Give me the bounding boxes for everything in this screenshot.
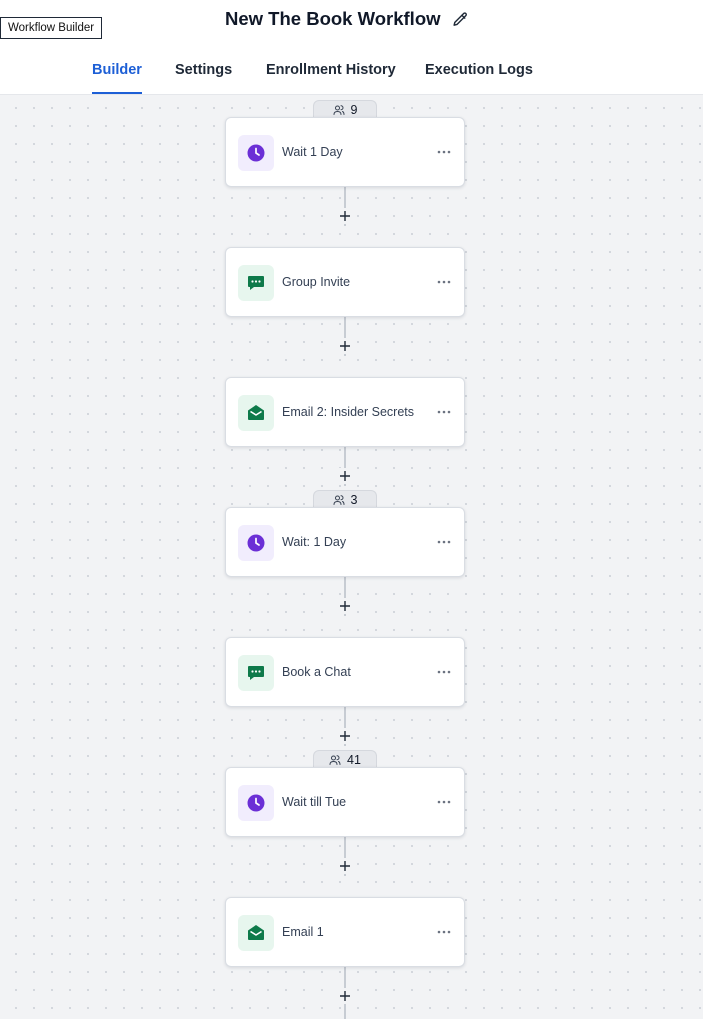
plus-icon [340, 471, 350, 481]
workflow-builder-label: Workflow Builder [0, 17, 103, 39]
chat-icon [248, 666, 264, 680]
workflow-canvas[interactable]: 9 3 41 Wait 1 Day Group Invite Email 2: … [0, 95, 703, 1019]
plus-icon [340, 991, 350, 1001]
step-label: Wait: 1 Day [282, 535, 347, 549]
more-options-icon[interactable] [436, 794, 452, 810]
email-step-icon [238, 915, 274, 951]
plus-icon [340, 211, 350, 221]
tab-enrollment-history[interactable]: Enrollment History [266, 46, 396, 92]
more-options-icon[interactable] [436, 534, 452, 550]
email-icon [248, 405, 264, 420]
wait-step-icon [238, 135, 274, 171]
tab-builder[interactable]: Builder [92, 46, 142, 94]
contact-count-badge[interactable]: 41 [313, 750, 377, 768]
message-step-icon [238, 655, 274, 691]
add-step-button[interactable] [337, 338, 353, 354]
email-icon [248, 925, 264, 940]
step-card-message[interactable]: Group Invite [225, 247, 465, 317]
users-icon [333, 104, 345, 115]
plus-icon [340, 341, 350, 351]
add-step-button[interactable] [337, 728, 353, 744]
page-title: New The Book Workflow [225, 8, 441, 29]
add-step-button[interactable] [337, 858, 353, 874]
add-step-button[interactable] [337, 988, 353, 1004]
contact-count: 3 [350, 492, 358, 507]
step-card-email[interactable]: Email 2: Insider Secrets [225, 377, 465, 447]
step-card-email[interactable]: Email 1 [225, 897, 465, 967]
step-card-message[interactable]: Book a Chat [225, 637, 465, 707]
more-options-icon[interactable] [436, 404, 452, 420]
plus-icon [340, 731, 350, 741]
step-label: Wait 1 Day [282, 145, 343, 159]
step-label: Group Invite [282, 275, 351, 289]
tab-bar: Builder Settings Enrollment History Exec… [0, 46, 703, 95]
contact-count: 9 [350, 102, 358, 117]
step-label: Wait till Tue [282, 795, 347, 809]
step-card-wait[interactable]: Wait 1 Day [225, 117, 465, 187]
more-options-icon[interactable] [436, 144, 452, 160]
contact-count-badge[interactable]: 3 [313, 490, 377, 508]
more-options-icon[interactable] [436, 664, 452, 680]
step-card-wait[interactable]: Wait: 1 Day [225, 507, 465, 577]
tab-execution-logs[interactable]: Execution Logs [425, 46, 533, 92]
step-label: Email 1 [282, 925, 324, 939]
users-icon [333, 494, 345, 505]
add-step-button[interactable] [337, 598, 353, 614]
clock-icon [247, 794, 265, 812]
contact-count-badge[interactable]: 9 [313, 100, 377, 118]
add-step-button[interactable] [337, 468, 353, 484]
users-icon [329, 754, 341, 765]
message-step-icon [238, 265, 274, 301]
clock-icon [247, 534, 265, 552]
wait-step-icon [238, 525, 274, 561]
plus-icon [340, 601, 350, 611]
step-label: Book a Chat [282, 665, 351, 679]
tab-settings[interactable]: Settings [175, 46, 232, 92]
header-bar: Workflow Builder New The Book Workflow [0, 0, 703, 47]
more-options-icon[interactable] [436, 274, 452, 290]
pencil-icon[interactable] [452, 11, 469, 28]
wait-step-icon [238, 785, 274, 821]
plus-icon [340, 861, 350, 871]
clock-icon [247, 144, 265, 162]
email-step-icon [238, 395, 274, 431]
step-card-wait[interactable]: Wait till Tue [225, 767, 465, 837]
chat-icon [248, 276, 264, 290]
add-step-button[interactable] [337, 208, 353, 224]
contact-count: 41 [347, 752, 361, 767]
step-label: Email 2: Insider Secrets [282, 405, 414, 419]
more-options-icon[interactable] [436, 924, 452, 940]
